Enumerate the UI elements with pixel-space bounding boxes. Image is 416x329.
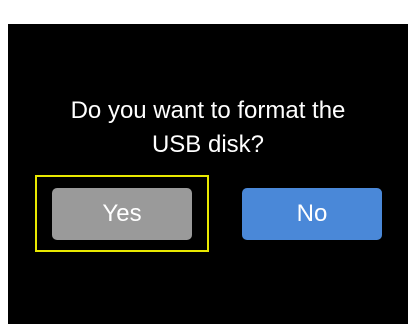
yes-button[interactable]: Yes xyxy=(52,188,192,240)
no-button[interactable]: No xyxy=(242,188,382,240)
message-line-2: USB disk? xyxy=(151,131,265,158)
message-line-1: Do you want to format the xyxy=(70,97,346,124)
format-dialog-screen: Do you want to format the USB disk? Yes … xyxy=(8,24,408,324)
dialog-message: Do you want to format the USB disk? xyxy=(8,94,408,162)
